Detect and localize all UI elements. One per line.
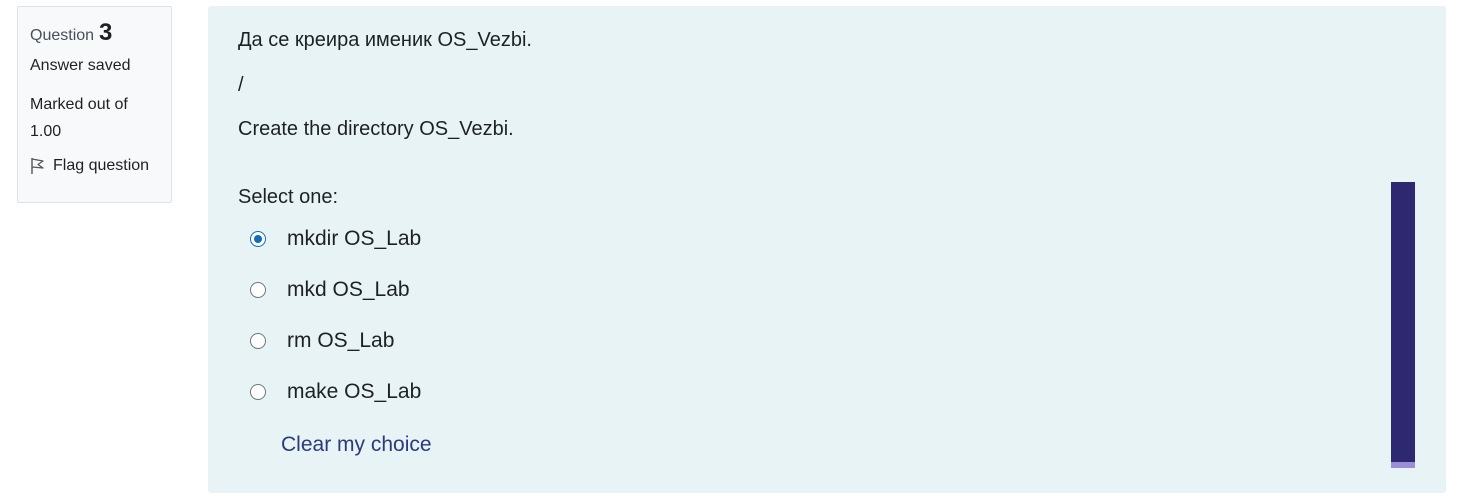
- question-info-panel: Question 3 Answer saved Marked out of 1.…: [17, 6, 172, 203]
- question-number-line: Question 3: [30, 19, 159, 49]
- answer-option-4[interactable]: make OS_Lab: [250, 380, 421, 404]
- grade-line-2: 1.00: [30, 123, 62, 140]
- flag-question-button[interactable]: Flag question: [30, 157, 159, 175]
- question-number: 3: [99, 19, 113, 46]
- select-one-prompt: Select one:: [238, 186, 339, 208]
- question-grade: Marked out of 1.00: [30, 91, 159, 145]
- answer-option-label[interactable]: rm OS_Lab: [287, 329, 394, 353]
- answer-option-label[interactable]: make OS_Lab: [287, 380, 421, 404]
- answer-option-label[interactable]: mkd OS_Lab: [287, 278, 410, 302]
- question-text-separator: /: [238, 74, 244, 96]
- question-text-en: Create the directory OS_Vezbi.: [238, 118, 514, 140]
- question-state: Answer saved: [30, 57, 131, 74]
- answer-option-2[interactable]: mkd OS_Lab: [250, 278, 410, 302]
- radio-button[interactable]: [250, 384, 266, 400]
- question-content: Да се креира именик OS_Vezbi. / Create t…: [208, 6, 1446, 493]
- vertical-scrollbar[interactable]: [1391, 182, 1415, 468]
- answer-option-3[interactable]: rm OS_Lab: [250, 329, 394, 353]
- answer-option-1[interactable]: mkdir OS_Lab: [250, 227, 421, 251]
- flag-icon: [30, 157, 46, 175]
- scrollbar-thumb[interactable]: [1391, 182, 1415, 462]
- radio-button[interactable]: [250, 282, 266, 298]
- radio-button[interactable]: [250, 333, 266, 349]
- clear-my-choice-link[interactable]: Clear my choice: [281, 433, 432, 457]
- grade-line-1: Marked out of: [30, 96, 128, 113]
- question-text-mk: Да се креира именик OS_Vezbi.: [238, 29, 532, 51]
- question-label: Question: [30, 27, 95, 44]
- flag-question-label: Flag question: [53, 157, 150, 174]
- radio-button-selected[interactable]: [250, 231, 266, 247]
- answer-option-label[interactable]: mkdir OS_Lab: [287, 227, 421, 251]
